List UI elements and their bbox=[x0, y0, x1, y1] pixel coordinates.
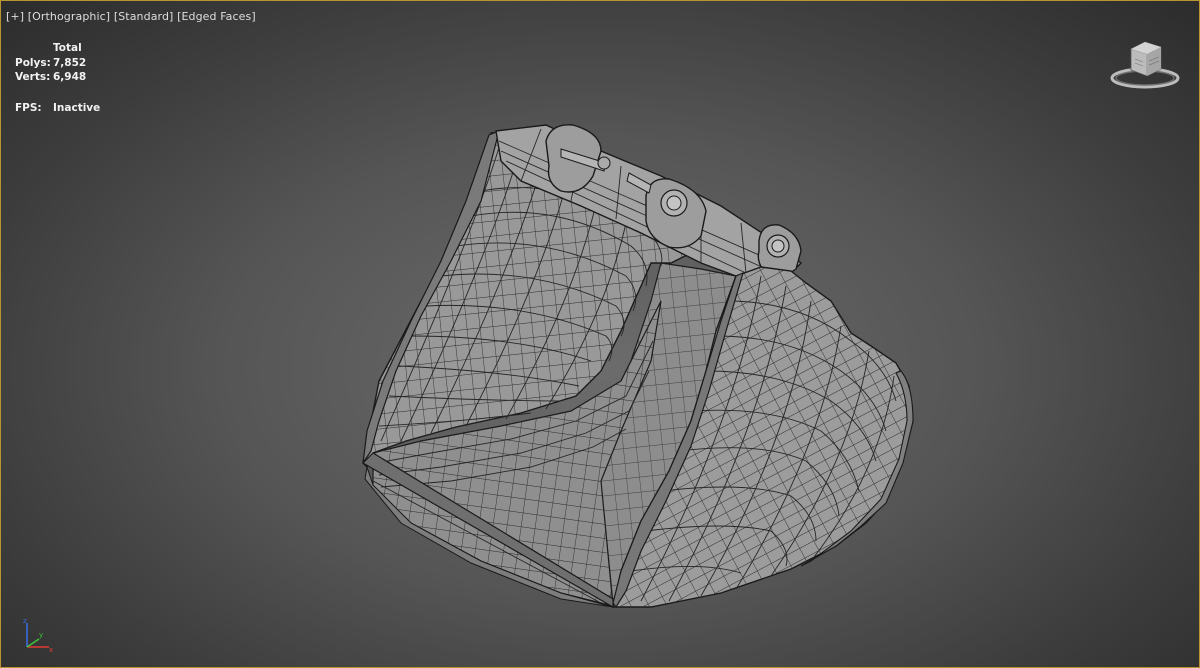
axis-tripod-icon: z x y bbox=[23, 617, 53, 654]
svg-text:x: x bbox=[49, 646, 53, 654]
svg-text:y: y bbox=[39, 631, 43, 639]
bucket-model-mesh[interactable] bbox=[1, 1, 1199, 667]
svg-text:z: z bbox=[23, 617, 27, 625]
viewcube-icon[interactable] bbox=[1109, 37, 1181, 93]
viewport-orthographic[interactable]: [+] [Orthographic] [Standard] [Edged Fac… bbox=[0, 0, 1200, 668]
